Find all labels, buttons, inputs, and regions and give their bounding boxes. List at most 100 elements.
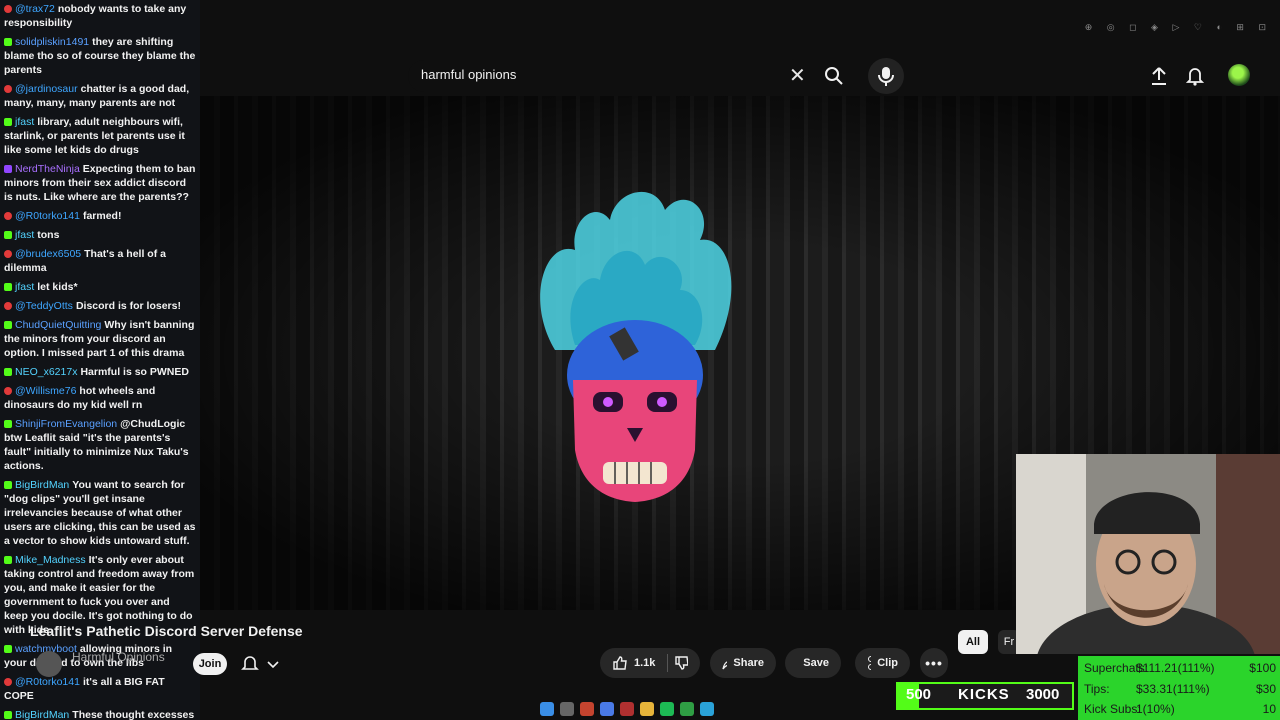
voice-search-button[interactable] [868, 58, 904, 94]
thumbs-down-icon[interactable] [674, 655, 688, 671]
chat-username[interactable]: jfast [15, 229, 34, 241]
join-button[interactable]: Join [193, 653, 227, 675]
spotify-icon[interactable] [660, 702, 674, 716]
chat-username[interactable]: @R0torko141 [15, 210, 80, 222]
chat-username[interactable]: @Willisme76 [15, 385, 76, 397]
yt-badge-icon [4, 678, 12, 686]
browser-top-strip [200, 0, 1280, 18]
scissors-icon [868, 656, 872, 670]
chat-username[interactable]: BigBirdMan [15, 709, 69, 720]
chat-username[interactable]: solidpliskin1491 [15, 36, 89, 48]
chat-username[interactable]: NEO_x6217x [15, 366, 77, 378]
kick-goal-current: 500 [906, 686, 932, 703]
search-taskbar-icon[interactable] [560, 702, 574, 716]
chat-username[interactable]: jfast [15, 281, 34, 293]
chat-username[interactable]: @jardinosaur [15, 83, 78, 95]
kick-badge-icon [4, 321, 12, 329]
share-label: Share [733, 657, 764, 669]
chat-message: BigBirdManThese thought excesses depress… [0, 706, 200, 720]
folder-icon[interactable] [640, 702, 654, 716]
chip-all[interactable]: All [958, 630, 988, 654]
chat-username[interactable]: NerdTheNinja [15, 163, 80, 175]
chat-username[interactable]: @R0torko141 [15, 676, 80, 688]
like-count: 1.1k [634, 657, 656, 669]
chat-message: NEO_x6217x Harmful is so PWNED [0, 363, 200, 382]
kick-goal-target: 3000 [1026, 686, 1060, 703]
clear-search-icon[interactable]: ✕ [789, 63, 806, 88]
chat-username[interactable]: @TeddyOtts [15, 300, 73, 312]
chat-message: @brudex6505 That's a hell of a dilemma [0, 245, 200, 278]
chat-message: BigBirdMan You want to search for "dog cl… [0, 476, 200, 551]
chat-text: tons [37, 229, 60, 241]
chat-username[interactable]: ChudQuietQuitting [15, 319, 101, 331]
subscribe-bell-button[interactable] [240, 653, 284, 680]
chat-message: jfast library, adult neighbours wifi, sta… [0, 113, 200, 160]
kick-badge-icon [4, 38, 12, 46]
chat-message: ShinjiFromEvangelion @ChudLogic btw Leafl… [0, 415, 200, 476]
search-input[interactable]: harmful opinions [421, 67, 516, 82]
channel-name[interactable]: Harmful Opinions [72, 650, 165, 664]
share-icon [722, 661, 728, 670]
clip-button[interactable]: Clip [855, 648, 910, 678]
yt-badge-icon [4, 212, 12, 220]
chat-username[interactable]: jfast [15, 116, 34, 128]
browser-icon[interactable] [580, 702, 594, 716]
like-dislike-group: 1.1k [600, 648, 700, 678]
os-taskbar [540, 700, 740, 718]
chat-overlay: @trax72 nobody wants to take any responsi… [0, 0, 200, 720]
chat-username[interactable]: BigBirdMan [15, 479, 69, 491]
account-avatar[interactable] [1228, 64, 1250, 86]
kick-badge-icon [4, 645, 12, 653]
notifications-bell-icon[interactable] [1185, 66, 1205, 91]
xbox-icon[interactable] [680, 702, 694, 716]
chat-message: @TeddyOtts Discord is for losers! [0, 297, 200, 316]
chat-text: Discord is for losers! [75, 300, 181, 312]
chat-username[interactable]: ShinjiFromEvangelion [15, 418, 117, 430]
flaming-skull-thumbnail [540, 191, 732, 502]
yt-badge-icon [4, 302, 12, 310]
search-icon [825, 67, 843, 85]
kick-badge-icon [4, 118, 12, 126]
chat-app-icon[interactable] [600, 702, 614, 716]
kick-badge-icon [4, 283, 12, 291]
chat-message: solidpliskin1491 they are shifting blame … [0, 33, 200, 80]
kick-badge-icon [4, 481, 12, 489]
chat-message: @Willisme76 hot wheels and dinosaurs do m… [0, 382, 200, 415]
yt-badge-icon [4, 85, 12, 93]
kick-badge-icon [4, 231, 12, 239]
share-button[interactable]: Share [710, 648, 776, 678]
chat-message: jfast tons [0, 226, 200, 245]
video-title: Leaflit's Pathetic Discord Server Defens… [30, 623, 303, 639]
like-divider [667, 654, 669, 672]
clip-label: Clip [877, 657, 898, 669]
search-button[interactable] [814, 60, 854, 92]
chat-message: @R0torko141 it's all a BIG FAT COPE [0, 673, 200, 706]
more-actions-button[interactable]: ••• [920, 648, 948, 678]
kick-goal-label: KICKS [958, 686, 1010, 703]
kick-badge-icon [4, 711, 12, 719]
upload-icon[interactable] [1150, 66, 1168, 91]
kick-badge-icon [4, 368, 12, 376]
like-button[interactable]: 1.1k [612, 655, 655, 671]
browser-extension-icons[interactable]: ⊕ ◎ ◻ ◈ ▷ ♡ ◐ ⊞ ⊡ [1085, 22, 1272, 33]
media-app-icon[interactable] [620, 702, 634, 716]
telegram-icon[interactable] [700, 702, 714, 716]
channel-avatar[interactable] [36, 651, 62, 677]
yt-badge-icon [4, 250, 12, 258]
chat-username[interactable]: Mike_Madness [15, 554, 86, 566]
chat-text: farmed! [82, 210, 122, 222]
save-button[interactable]: Save [785, 648, 841, 678]
thumbs-up-icon [613, 656, 627, 670]
chat-username[interactable]: @trax72 [15, 3, 55, 15]
chat-text: let kids* [37, 281, 78, 293]
start-icon[interactable] [540, 702, 554, 716]
streamer-webcam [1016, 454, 1280, 654]
chat-username[interactable]: @brudex6505 [15, 248, 81, 260]
kick-badge-icon [4, 556, 12, 564]
chat-message: @R0torko141 farmed! [0, 207, 200, 226]
bell-chevron-icon [241, 656, 279, 670]
yt-badge-icon [4, 5, 12, 13]
microphone-icon [878, 67, 894, 86]
twitch-badge-icon [4, 165, 12, 173]
chat-message: ChudQuietQuitting Why isn't banning the m… [0, 316, 200, 363]
